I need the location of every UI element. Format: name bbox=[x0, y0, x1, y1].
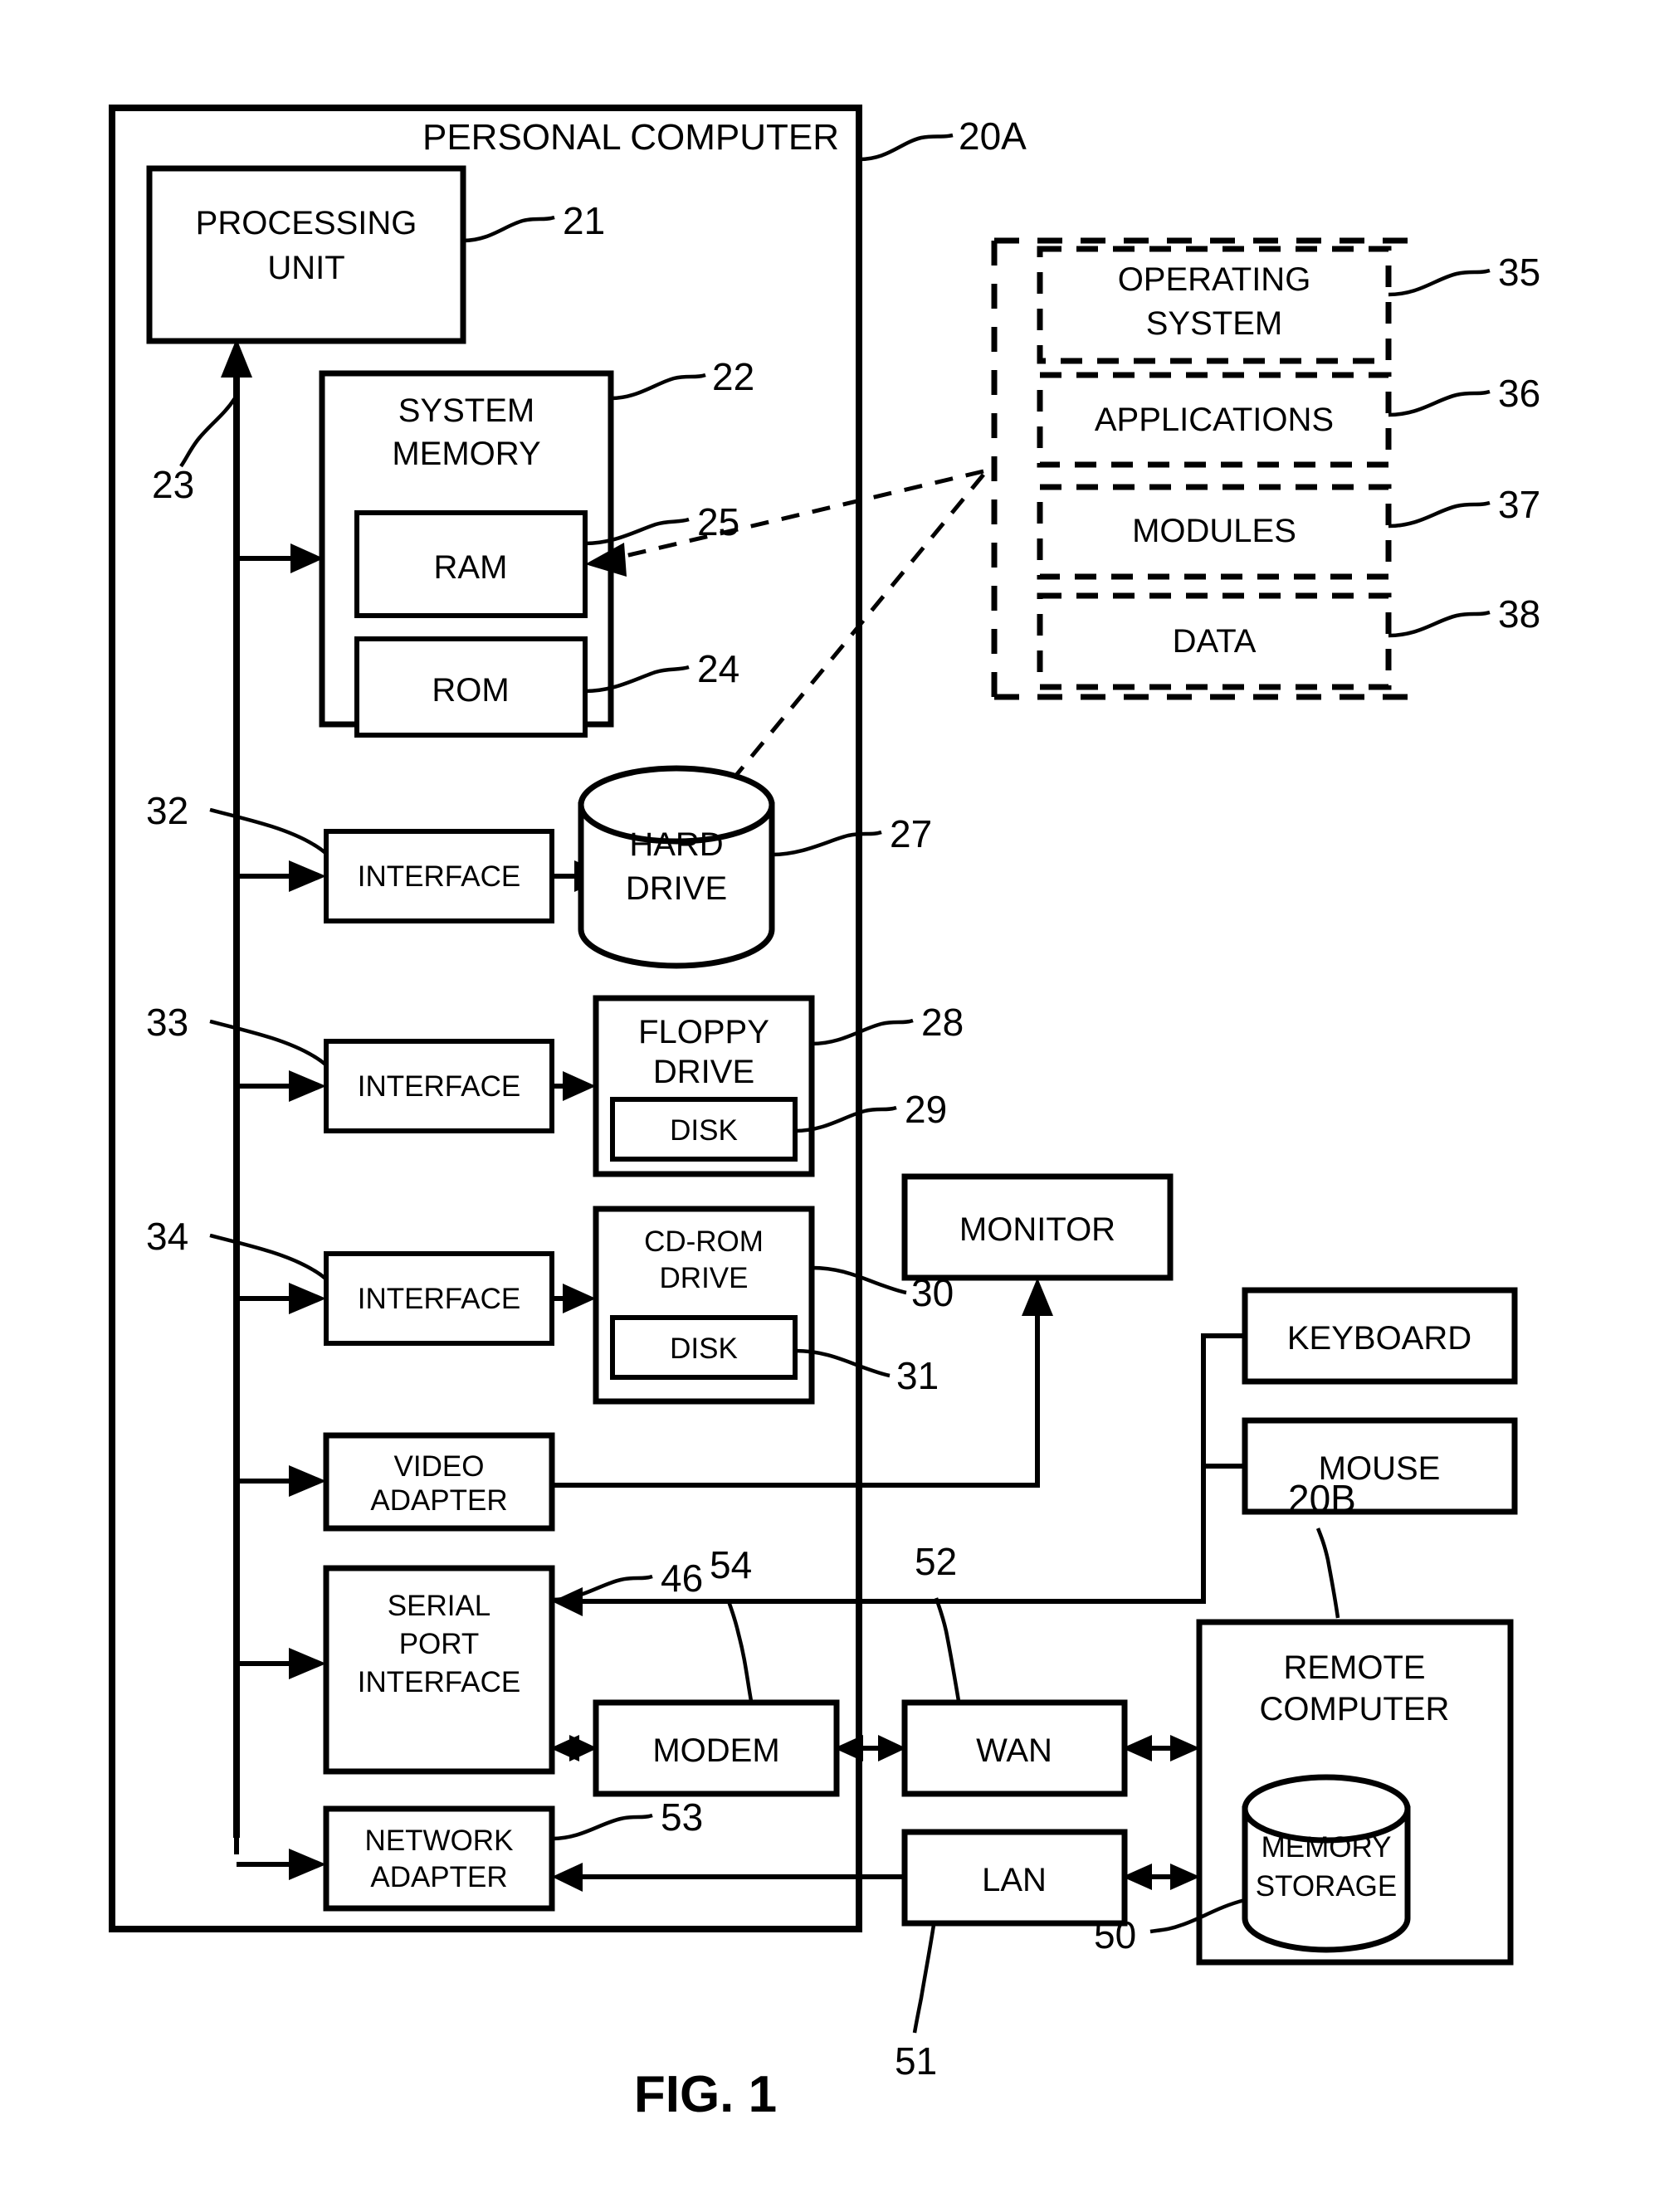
ref-23: 23 bbox=[152, 463, 194, 506]
ref-29: 29 bbox=[905, 1088, 947, 1131]
video-adapter-label-1: VIDEO bbox=[394, 1450, 485, 1483]
leader-20a bbox=[858, 133, 954, 162]
video-adapter-label-2: ADAPTER bbox=[370, 1484, 507, 1517]
leader-52 bbox=[934, 1597, 961, 1702]
keyboard-label: KEYBOARD bbox=[1287, 1320, 1471, 1357]
leader-51 bbox=[912, 1924, 936, 2034]
ref-20a: 20A bbox=[959, 114, 1027, 158]
network-adapter-box bbox=[323, 1805, 555, 1912]
hard-drive-label-1: HARD bbox=[629, 826, 723, 863]
ref-46: 46 bbox=[661, 1557, 703, 1600]
network-adapter-label-1: NETWORK bbox=[365, 1825, 514, 1857]
arrow-wan-to-remote-right bbox=[1170, 1735, 1200, 1761]
ref-21: 21 bbox=[563, 199, 605, 242]
leader-38 bbox=[1388, 610, 1491, 638]
leader-35 bbox=[1388, 268, 1491, 297]
cdrom-drive-label-1: CD-ROM bbox=[644, 1225, 764, 1258]
ref-35: 35 bbox=[1498, 251, 1540, 294]
floppy-drive-label-1: FLOPPY bbox=[638, 1014, 769, 1050]
ref-30: 30 bbox=[911, 1271, 954, 1314]
ref-50: 50 bbox=[1094, 1913, 1136, 1956]
cdrom-disk-label: DISK bbox=[670, 1333, 738, 1365]
remote-computer-label-1: REMOTE bbox=[1283, 1649, 1425, 1686]
serial-port-label-1: SERIAL bbox=[388, 1590, 491, 1622]
ref-38: 38 bbox=[1498, 592, 1540, 636]
ref-33: 33 bbox=[146, 1001, 188, 1044]
hard-drive-label-2: DRIVE bbox=[626, 870, 727, 907]
leader-20b bbox=[1315, 1527, 1340, 1619]
rom-label: ROM bbox=[432, 672, 509, 709]
system-memory-label-2: MEMORY bbox=[392, 436, 540, 472]
ref-36: 36 bbox=[1498, 372, 1540, 415]
ram-label: RAM bbox=[434, 549, 508, 586]
floppy-disk-label: DISK bbox=[670, 1114, 738, 1147]
processing-unit-label-2: UNIT bbox=[267, 250, 344, 286]
system-memory-label-1: SYSTEM bbox=[398, 392, 534, 429]
memory-storage-label-2: STORAGE bbox=[1256, 1870, 1398, 1903]
cdrom-drive-label-2: DRIVE bbox=[660, 1262, 749, 1294]
remote-computer-label-2: COMPUTER bbox=[1260, 1691, 1450, 1727]
ref-20b: 20B bbox=[1288, 1477, 1356, 1520]
interface-floppy-label: INTERFACE bbox=[358, 1070, 520, 1103]
ref-27: 27 bbox=[890, 812, 932, 855]
patent-figure: PERSONAL COMPUTER 20A PROCESSING UNIT 21… bbox=[0, 0, 1669, 2212]
modules-label: MODULES bbox=[1132, 513, 1296, 549]
arrow-to-monitor bbox=[1022, 1278, 1053, 1316]
network-adapter-label-2: ADAPTER bbox=[370, 1861, 507, 1893]
leader-37 bbox=[1388, 500, 1491, 529]
data-label: DATA bbox=[1173, 623, 1257, 660]
wan-label: WAN bbox=[976, 1732, 1052, 1769]
interface-cdrom-label: INTERFACE bbox=[358, 1283, 520, 1315]
ref-22: 22 bbox=[712, 355, 754, 398]
ref-32: 32 bbox=[146, 789, 188, 832]
ref-53: 53 bbox=[661, 1795, 703, 1839]
ref-28: 28 bbox=[921, 1001, 964, 1044]
interface-hdd-label: INTERFACE bbox=[358, 860, 520, 893]
ref-54: 54 bbox=[710, 1543, 752, 1586]
modem-label: MODEM bbox=[652, 1732, 779, 1769]
ref-51: 51 bbox=[895, 2039, 937, 2083]
applications-label: APPLICATIONS bbox=[1095, 402, 1334, 438]
operating-system-label-1: OPERATING bbox=[1118, 261, 1311, 298]
memory-storage-label-1: MEMORY bbox=[1262, 1831, 1392, 1864]
arrow-lan-to-remote-right bbox=[1170, 1864, 1200, 1890]
ref-34: 34 bbox=[146, 1215, 188, 1258]
floppy-drive-label-2: DRIVE bbox=[653, 1054, 754, 1090]
ref-24: 24 bbox=[697, 647, 739, 690]
ref-31: 31 bbox=[896, 1354, 939, 1397]
ref-52: 52 bbox=[915, 1540, 957, 1583]
monitor-label: MONITOR bbox=[959, 1211, 1115, 1248]
leader-36 bbox=[1388, 389, 1491, 417]
lan-label: LAN bbox=[982, 1862, 1047, 1898]
personal-computer-title: PERSONAL COMPUTER bbox=[422, 117, 839, 158]
ref-37: 37 bbox=[1498, 483, 1540, 526]
figure-caption: FIG. 1 bbox=[634, 2066, 777, 2123]
serial-port-label-3: INTERFACE bbox=[358, 1666, 520, 1698]
operating-system-label-2: SYSTEM bbox=[1146, 305, 1282, 342]
processing-unit-label-1: PROCESSING bbox=[196, 205, 417, 241]
serial-port-label-2: PORT bbox=[399, 1628, 480, 1660]
